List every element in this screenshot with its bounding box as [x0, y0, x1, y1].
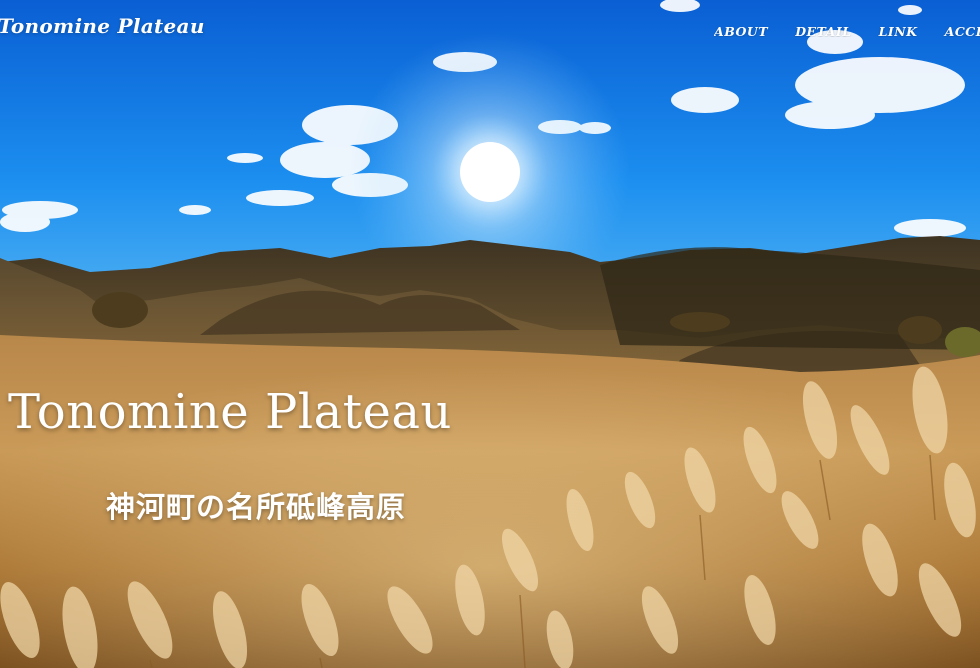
nav-item-detail[interactable]: DETAIL: [795, 24, 851, 37]
main-nav: ABOUT DETAIL LINK ACCESS: [714, 21, 980, 37]
nav-item-link[interactable]: LINK: [879, 24, 918, 37]
hero-background-image: [0, 0, 980, 668]
nav-item-about[interactable]: ABOUT: [714, 24, 768, 37]
top-navigation-bar: Tonomine Plateau ABOUT DETAIL LINK ACCES…: [0, 0, 980, 58]
hero-subheading: 神河町の名所砥峰高原: [106, 490, 407, 524]
nav-item-access[interactable]: ACCESS: [945, 24, 980, 37]
site-title[interactable]: Tonomine Plateau: [0, 14, 205, 38]
hero-heading: Tonomine Plateau: [8, 384, 452, 440]
hero-section: Tonomine Plateau ABOUT DETAIL LINK ACCES…: [0, 0, 980, 668]
